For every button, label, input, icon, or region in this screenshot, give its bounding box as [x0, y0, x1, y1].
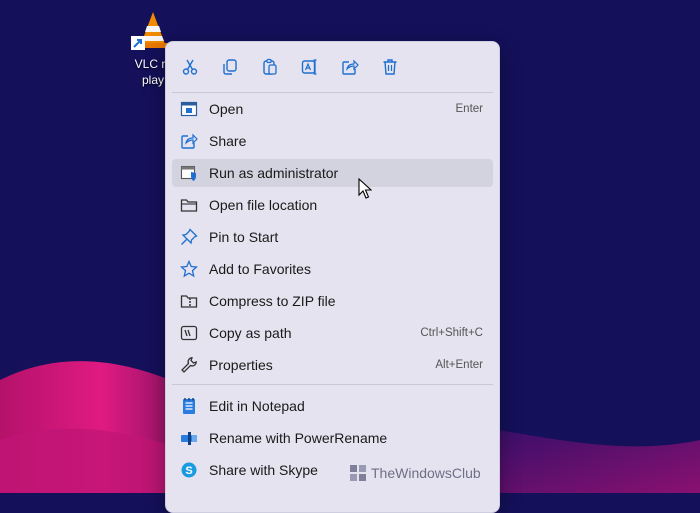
- rename-button[interactable]: [295, 52, 325, 82]
- copy-button[interactable]: [215, 52, 245, 82]
- copy-icon: [223, 59, 237, 75]
- twc-logo-icon: [350, 465, 366, 481]
- menu-item-label: Properties: [209, 357, 273, 373]
- menu-item-open-file-location[interactable]: Open file location: [172, 191, 493, 219]
- menu-item-properties[interactable]: Properties Alt+Enter: [172, 351, 493, 379]
- star-icon: [180, 260, 198, 278]
- delete-button[interactable]: [375, 52, 405, 82]
- menu-item-label: Copy as path: [209, 325, 292, 341]
- menu-item-run-as-administrator[interactable]: Run as administrator: [172, 159, 493, 187]
- watermark: TheWindowsClub: [350, 462, 481, 484]
- share-button[interactable]: [335, 52, 365, 82]
- open-icon: [180, 100, 198, 118]
- cut-button[interactable]: [175, 52, 205, 82]
- paste-button[interactable]: [255, 52, 285, 82]
- trash-icon: [383, 59, 397, 75]
- menu-item-shortcut: Alt+Enter: [435, 359, 483, 371]
- menu-item-label: Compress to ZIP file: [209, 293, 336, 309]
- wrench-icon: [180, 356, 198, 374]
- menu-item-label: Share: [209, 133, 247, 149]
- shield-window-icon: [180, 164, 198, 182]
- context-menu-toolbar: [166, 52, 499, 82]
- svg-text:S: S: [185, 465, 192, 477]
- menu-item-shortcut: Ctrl+Shift+C: [420, 327, 483, 339]
- menu-item-label: Open: [209, 101, 244, 117]
- menu-item-label: Open file location: [209, 197, 318, 213]
- menu-item-pin-to-start[interactable]: Pin to Start: [172, 223, 493, 251]
- menu-item-label: Run as administrator: [209, 165, 339, 181]
- menu-item-copy-as-path[interactable]: Copy as path Ctrl+Shift+C: [172, 319, 493, 347]
- path-icon: [180, 324, 198, 342]
- menu-item-label: Share with Skype: [209, 462, 318, 478]
- pin-icon: [180, 228, 198, 246]
- share-icon: [180, 132, 198, 150]
- scissors-icon: [182, 59, 198, 75]
- menu-item-label: Rename with PowerRename: [209, 430, 388, 446]
- mouse-cursor-icon: [358, 178, 372, 199]
- menu-item-share[interactable]: Share: [172, 127, 493, 155]
- context-menu: Open Enter Share Run as administrator Op…: [165, 41, 500, 513]
- menu-item-rename-with-powerrename[interactable]: Rename with PowerRename: [172, 424, 493, 452]
- powerrename-icon: [180, 429, 198, 447]
- share-icon: [342, 59, 359, 75]
- menu-item-open[interactable]: Open Enter: [172, 95, 493, 123]
- menu-item-label: Pin to Start: [209, 229, 279, 245]
- menu-item-shortcut: Enter: [455, 103, 484, 115]
- folder-icon: [180, 196, 198, 214]
- notepad-icon: [180, 397, 198, 415]
- skype-icon: S: [180, 461, 198, 479]
- menu-item-label: Edit in Notepad: [209, 398, 305, 414]
- menu-item-edit-in-notepad[interactable]: Edit in Notepad: [172, 392, 493, 420]
- menu-item-compress-to-zip[interactable]: Compress to ZIP file: [172, 287, 493, 315]
- menu-item-add-to-favorites[interactable]: Add to Favorites: [172, 255, 493, 283]
- zip-folder-icon: [180, 292, 198, 310]
- menu-separator: [172, 384, 493, 385]
- clipboard-icon: [263, 58, 277, 75]
- rename-icon: [301, 59, 317, 75]
- menu-separator: [172, 92, 493, 93]
- watermark-text: TheWindowsClub: [371, 465, 481, 481]
- menu-item-label: Add to Favorites: [209, 261, 311, 277]
